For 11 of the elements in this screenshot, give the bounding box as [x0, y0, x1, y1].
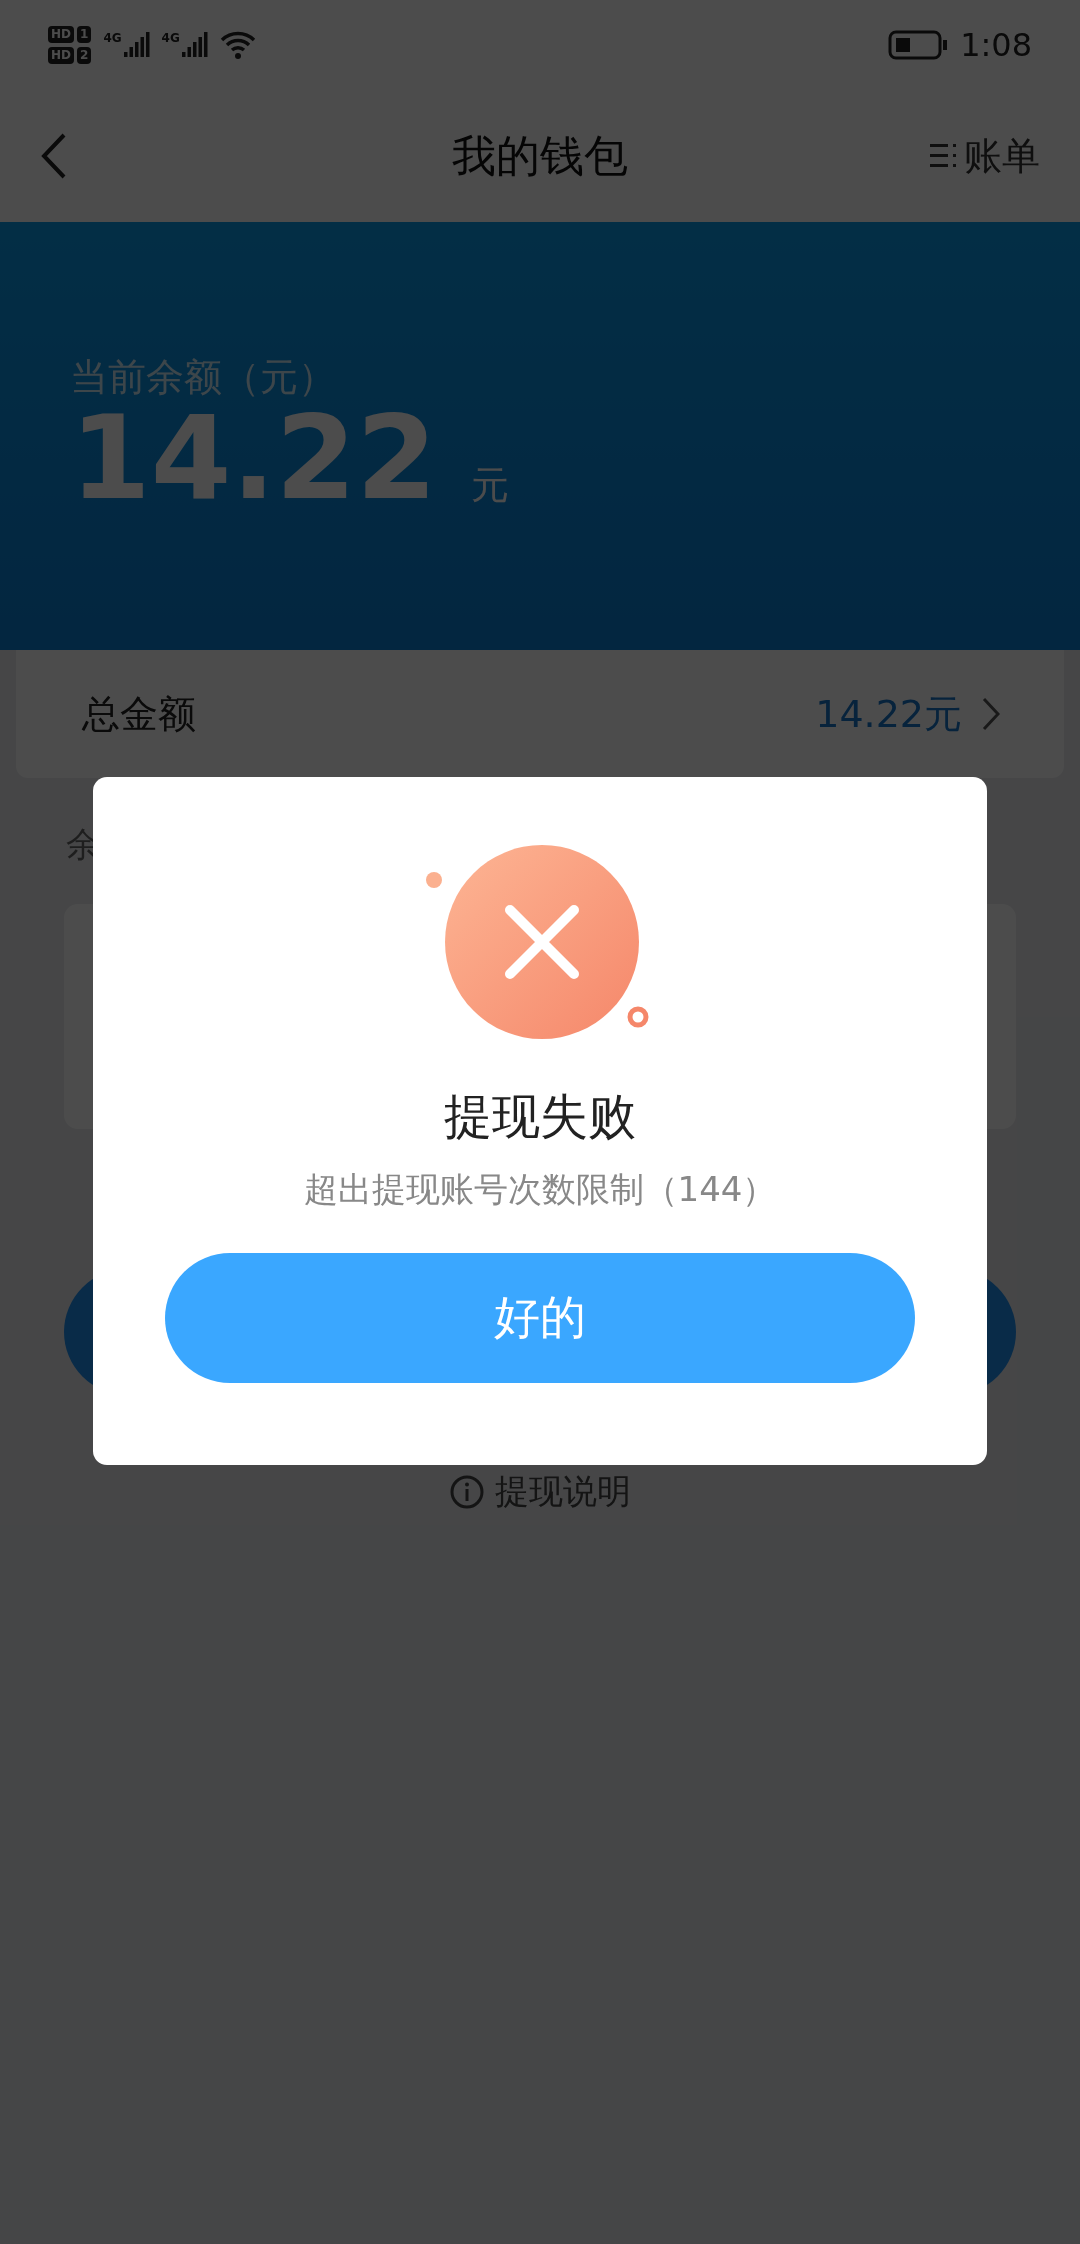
total-label: 总金额: [82, 690, 196, 738]
balance-amount: 14.22: [70, 397, 437, 519]
ok-button[interactable]: 好的: [165, 1253, 915, 1383]
dialog-message: 超出提现账号次数限制（144）: [303, 1168, 777, 1211]
network-type: 4G: [103, 31, 122, 45]
clock-time: 1:08: [960, 26, 1032, 64]
total-value: 14.22元: [815, 690, 962, 738]
network-type: 4G: [161, 31, 180, 45]
balance-unit: 元: [470, 462, 509, 509]
page-title: 我的钱包: [452, 128, 628, 183]
dialog-title: 提现失败: [444, 1087, 636, 1146]
